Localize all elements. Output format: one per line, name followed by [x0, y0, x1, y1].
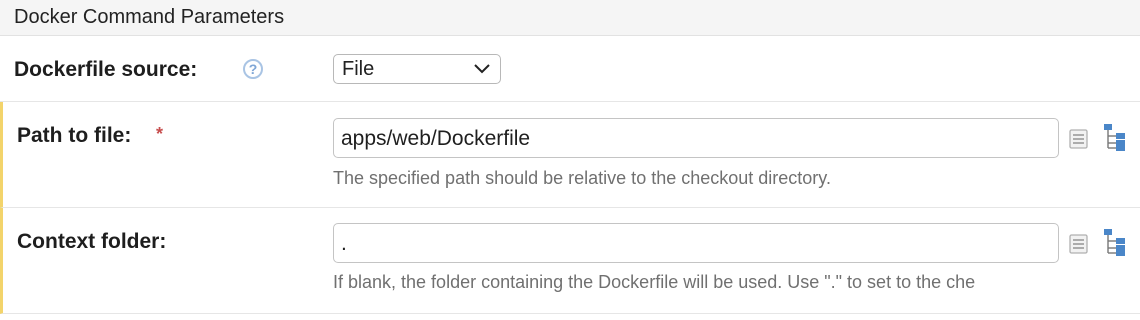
section-header: Docker Command Parameters — [0, 0, 1140, 36]
dockerfile-source-selected: File — [342, 58, 375, 80]
file-tree-icon[interactable] — [1102, 122, 1130, 152]
path-to-file-row: Path to file: * apps/web/Dockerfile The … — [0, 102, 1140, 208]
context-folder-row: Context folder: . If blank, the folder c… — [0, 208, 1140, 314]
path-to-file-value: apps/web/Dockerfile — [341, 127, 531, 150]
text-editor-icon[interactable] — [1068, 231, 1090, 257]
context-folder-hint: If blank, the folder containing the Dock… — [333, 272, 976, 292]
dockerfile-source-row: Dockerfile source: ? File — [0, 36, 1140, 102]
path-to-file-label: Path to file: — [17, 124, 132, 147]
path-to-file-hint: The specified path should be relative to… — [333, 168, 831, 188]
path-to-file-input[interactable]: apps/web/Dockerfile — [333, 118, 1059, 158]
required-marker: * — [156, 124, 164, 144]
context-folder-input[interactable]: . — [333, 223, 1059, 263]
section-title: Docker Command Parameters — [14, 6, 285, 28]
text-editor-icon[interactable] — [1068, 126, 1090, 152]
dockerfile-source-label: Dockerfile source: — [14, 58, 198, 81]
dockerfile-source-select[interactable]: File — [333, 54, 501, 84]
file-tree-icon[interactable] — [1102, 227, 1130, 257]
chevron-down-icon — [474, 64, 490, 74]
context-folder-label: Context folder: — [17, 230, 167, 253]
context-folder-value: . — [341, 232, 347, 255]
question-circle-icon[interactable]: ? — [243, 59, 263, 79]
